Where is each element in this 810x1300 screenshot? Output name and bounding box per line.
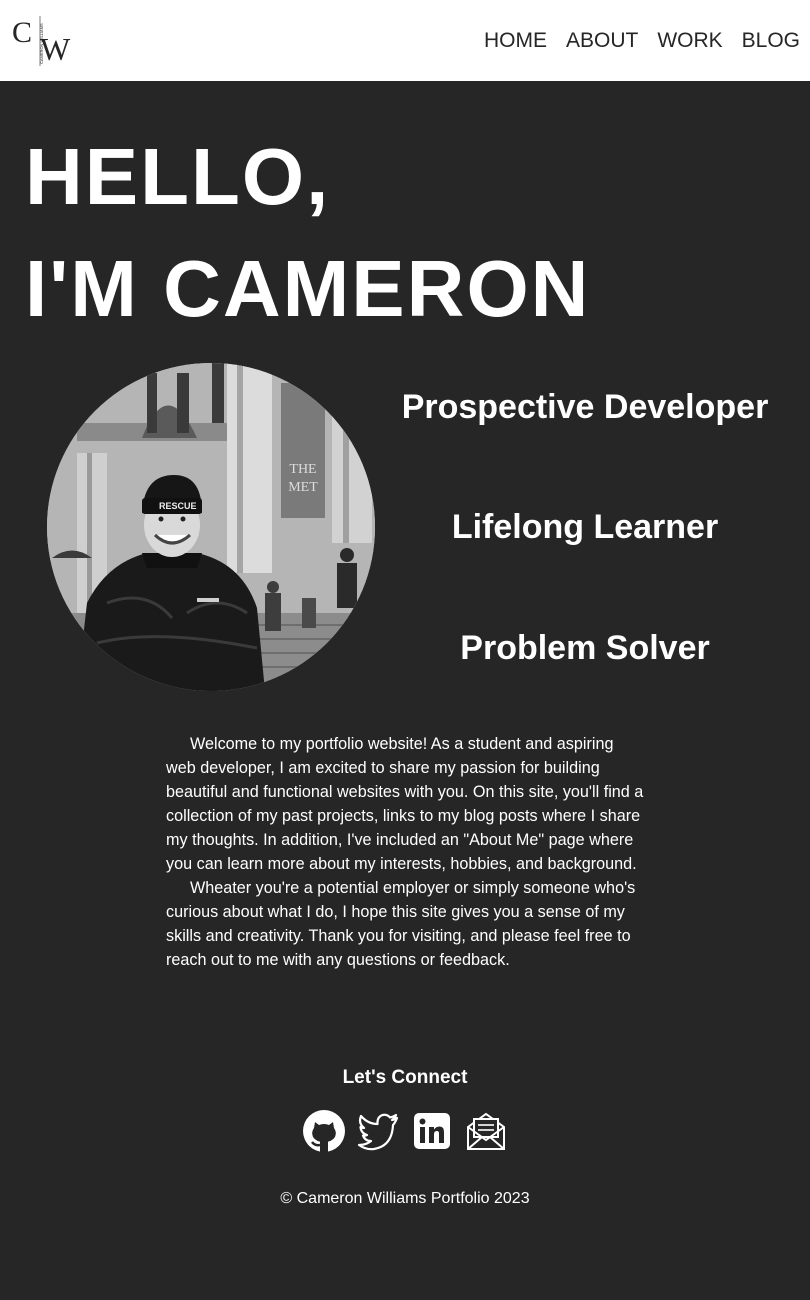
nav-blog[interactable]: BLOG bbox=[742, 28, 800, 54]
connect-heading: Let's Connect bbox=[342, 1067, 468, 1088]
twitter-icon bbox=[357, 1113, 399, 1151]
nav-home[interactable]: HOME bbox=[484, 28, 547, 54]
svg-text:THE: THE bbox=[289, 462, 316, 477]
intro-paragraph-1: Welcome to my portfolio website! As a st… bbox=[166, 735, 644, 873]
twitter-link[interactable] bbox=[356, 1108, 400, 1154]
portrait-image: THE MET RESCUE bbox=[47, 363, 375, 691]
github-link[interactable] bbox=[302, 1108, 346, 1154]
intro-paragraph-2: Wheater you're a potential employer or s… bbox=[166, 879, 636, 969]
mail-link[interactable] bbox=[464, 1108, 508, 1154]
svg-text:MET: MET bbox=[288, 480, 318, 495]
portrait-photo: THE MET RESCUE bbox=[47, 363, 375, 691]
hero-greeting: HELLO, bbox=[25, 132, 331, 221]
footer-copyright: © Cameron Williams Portfolio 2023 bbox=[280, 1190, 530, 1207]
logo[interactable]: C W CAMERON WILLIAMS bbox=[12, 12, 72, 70]
role-problem-solver: Problem Solver bbox=[460, 629, 710, 667]
linkedin-icon bbox=[414, 1113, 450, 1149]
svg-text:W: W bbox=[40, 31, 71, 67]
intro-text: Welcome to my portfolio website! As a st… bbox=[166, 732, 644, 972]
social-links bbox=[0, 1108, 810, 1154]
role-developer: Prospective Developer bbox=[401, 388, 769, 426]
linkedin-link[interactable] bbox=[410, 1108, 454, 1154]
github-icon bbox=[303, 1110, 345, 1153]
hero-name: I'M CAMERON bbox=[25, 244, 591, 333]
svg-text:RESCUE: RESCUE bbox=[159, 501, 197, 511]
svg-text:C: C bbox=[12, 16, 32, 49]
svg-text:CAMERON WILLIAMS: CAMERON WILLIAMS bbox=[39, 23, 44, 64]
nav-work[interactable]: WORK bbox=[657, 28, 722, 54]
nav-about[interactable]: ABOUT bbox=[566, 28, 638, 54]
mail-icon bbox=[467, 1112, 505, 1150]
cw-logo-icon: C W CAMERON WILLIAMS bbox=[12, 16, 71, 67]
site-header: C W CAMERON WILLIAMS HOME ABOUT WORK BLO… bbox=[0, 0, 810, 81]
role-learner: Lifelong Learner bbox=[451, 508, 719, 546]
main-nav: HOME ABOUT WORK BLOG bbox=[465, 28, 800, 54]
